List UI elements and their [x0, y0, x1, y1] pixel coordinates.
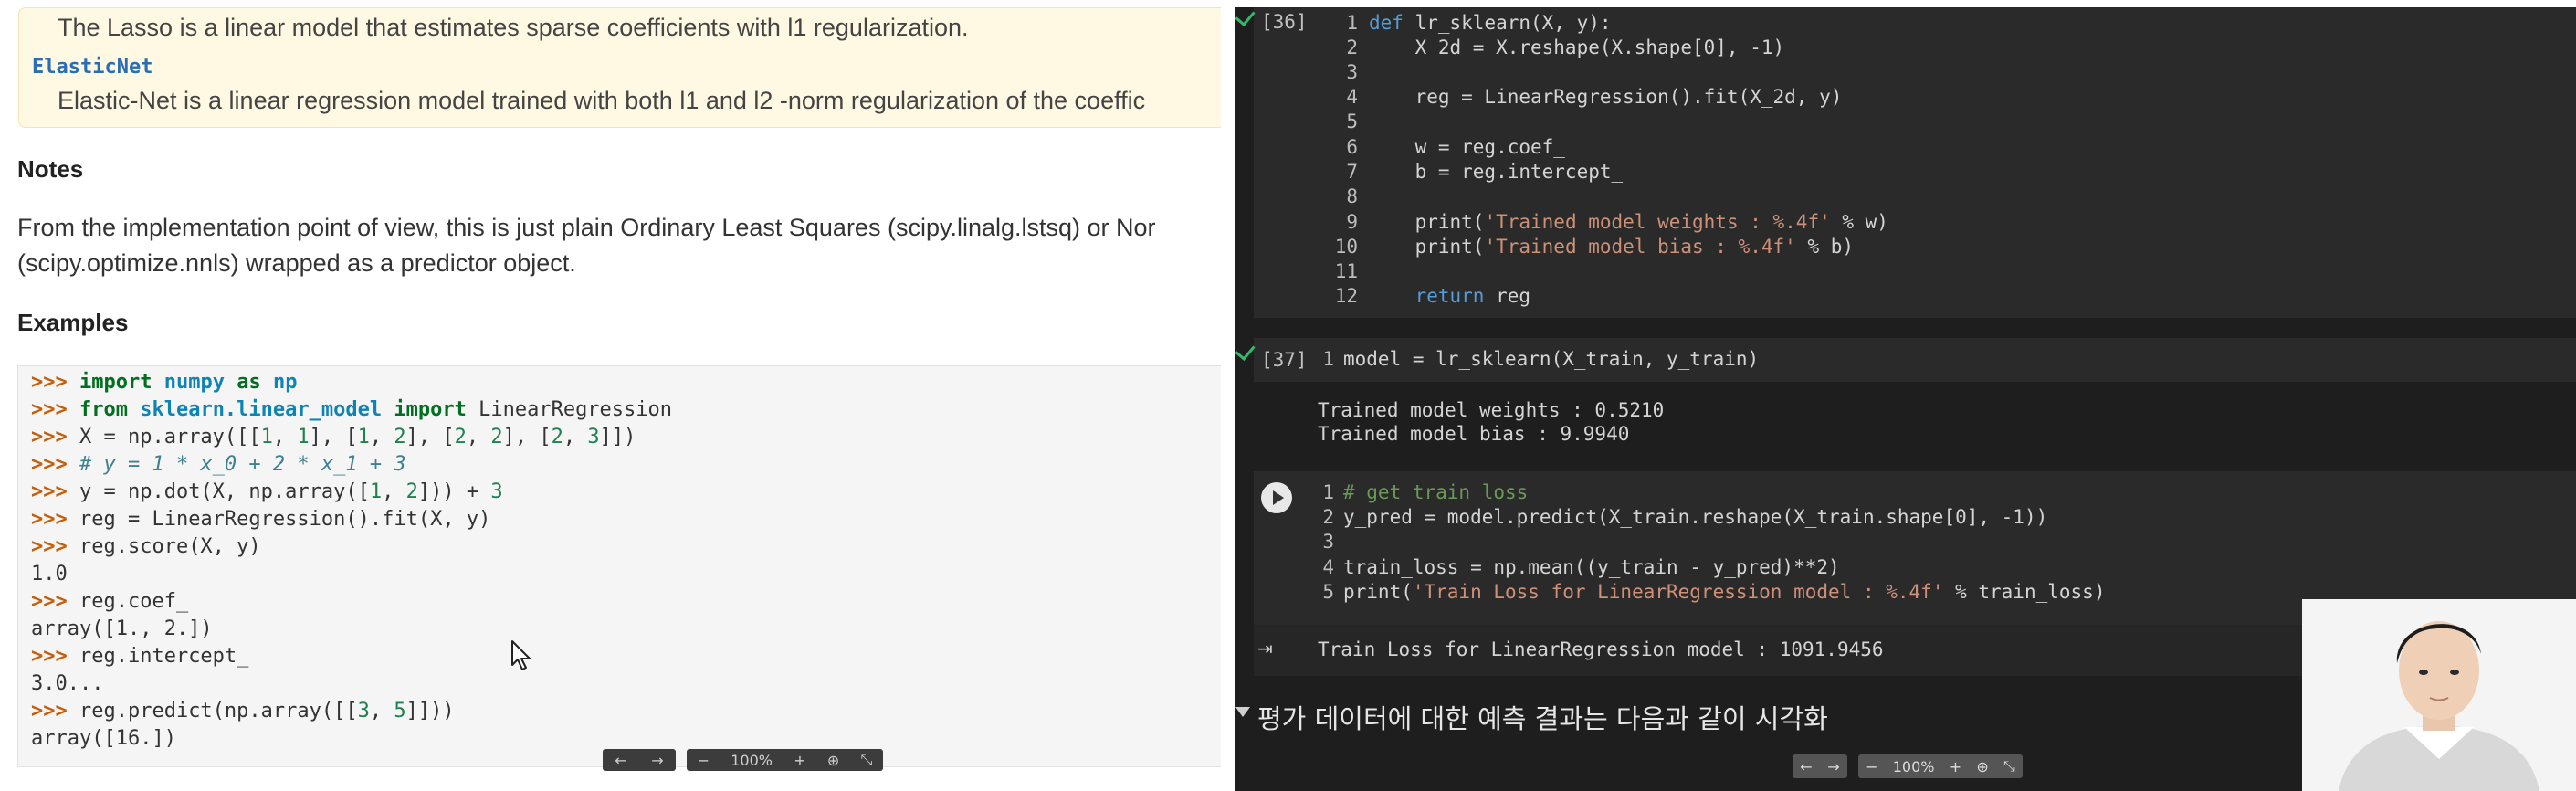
code-example-block: >>> import numpy as np >>> from sklearn.… [17, 365, 1221, 767]
cell-output: Trained model weights : 0.5210 [1318, 399, 1665, 421]
zoom-toolbar: − 100% + ⊕ ⤡ [1858, 754, 2023, 778]
code-line: 12 return reg [1334, 285, 1531, 307]
code-line: 7 b = reg.intercept_ [1346, 161, 1624, 183]
code-line: 8 [1346, 185, 1358, 207]
play-icon [1273, 490, 1284, 505]
code-line: >>> reg.intercept_ [31, 645, 249, 668]
zoom-out-button[interactable]: − [1866, 758, 1877, 775]
documentation-pane: The Lasso is a linear model that estimat… [0, 0, 1221, 791]
chevron-down-icon[interactable] [1235, 707, 1250, 717]
code-line: 1 def lr_sklearn(X, y): [1346, 12, 1612, 34]
mouse-cursor-icon [511, 640, 531, 670]
notes-line-1: From the implementation point of view, t… [17, 214, 1156, 241]
code-line: 2 X_2d = X.reshape(X.shape[0], -1) [1346, 37, 1785, 58]
run-cell-button[interactable] [1261, 482, 1292, 513]
cell-output: Trained model bias : 9.9940 [1318, 423, 1630, 445]
zoom-search-icon[interactable]: ⊕ [827, 752, 839, 769]
code-line: >>> reg = LinearRegression().fit(X, y) [31, 508, 491, 531]
code-line: 5 print('Train Loss for LinearRegression … [1322, 581, 2106, 603]
colab-notebook-pane: [36] 1 def lr_sklearn(X, y): 2 X_2d = X.r… [1235, 7, 2576, 791]
code-line: 3 [1322, 531, 1334, 553]
code-line: >>> reg.predict(np.array([[3, 5]])) [31, 700, 455, 722]
code-line: >>> # y = 1 * x_0 + 2 * x_1 + 3 [31, 453, 406, 476]
elasticnet-link[interactable]: ElasticNet [32, 56, 152, 79]
code-line: 2 y_pred = model.predict(X_train.reshape(… [1322, 506, 2048, 528]
code-line: 3 [1346, 61, 1358, 83]
zoom-search-icon[interactable]: ⊕ [1976, 758, 1988, 775]
zoom-level: 100% [1892, 757, 1935, 775]
examples-heading: Examples [17, 309, 129, 336]
forward-arrow-icon[interactable]: → [651, 752, 663, 769]
executed-check-icon [1235, 340, 1256, 361]
forward-arrow-icon[interactable]: → [1827, 758, 1839, 775]
code-output: 3.0... [31, 672, 104, 695]
code-line: 1 model = lr_sklearn(X_train, y_train) [1322, 348, 1760, 370]
notes-heading: Notes [17, 155, 84, 183]
code-line: >>> reg.coef_ [31, 590, 189, 613]
cell-output: Train Loss for LinearRegression model : … [1318, 638, 1884, 660]
zoom-level: 100% [731, 751, 773, 769]
code-line: 10 print('Trained model bias : %.4f' % b… [1334, 236, 1855, 258]
execution-count: [36] [1261, 11, 1308, 33]
code-line: >>> reg.score(X, y) [31, 535, 261, 558]
notes-line-2: (scipy.optimize.nnls) wrapped as a predi… [17, 249, 576, 277]
executed-check-icon [1235, 7, 1256, 26]
code-line: 9 print('Trained model weights : %.4f' %… [1346, 211, 1888, 233]
code-output: 1.0 [31, 563, 68, 585]
code-line: 4 train_loss = np.mean((y_train - y_pred)… [1322, 556, 1840, 578]
output-clear-icon[interactable]: ⇥ [1257, 639, 1276, 658]
zoom-out-button[interactable]: − [698, 752, 710, 769]
elasticnet-description: Elastic-Net is a linear regression model… [58, 87, 1146, 114]
code-line: >>> from sklearn.linear_model import Lin… [31, 398, 673, 421]
code-line: 4 reg = LinearRegression().fit(X_2d, y) [1346, 86, 1843, 108]
code-line: 1 # get train loss [1322, 481, 1529, 503]
fit-icon[interactable]: ⤡ [861, 751, 873, 769]
nav-toolbar: ← → [1793, 754, 1847, 778]
code-line: 11 [1334, 260, 1358, 282]
code-output: array([16.]) [31, 727, 176, 750]
code-line: >>> X = np.array([[1, 1], [1, 2], [2, 2]… [31, 426, 636, 448]
execution-count: [37] [1261, 349, 1308, 371]
code-line: 5 [1346, 111, 1358, 132]
back-arrow-icon[interactable]: ← [615, 752, 626, 769]
zoom-in-button[interactable]: + [794, 752, 805, 769]
code-line: 6 w = reg.coef_ [1346, 136, 1565, 158]
back-arrow-icon[interactable]: ← [1800, 758, 1812, 775]
zoom-toolbar: − 100% + ⊕ ⤡ [687, 749, 883, 771]
code-line: >>> import numpy as np [31, 371, 298, 394]
webcam-overlay [2302, 599, 2576, 791]
fit-icon[interactable]: ⤡ [2003, 757, 2015, 775]
code-output: array([1., 2.]) [31, 617, 213, 640]
nav-toolbar: ← → [603, 749, 676, 771]
see-also-box: The Lasso is a linear model that estimat… [18, 7, 1221, 128]
presenter-video-icon [2302, 599, 2576, 791]
code-line: >>> y = np.dot(X, np.array([1, 2])) + 3 [31, 480, 503, 503]
zoom-in-button[interactable]: + [1950, 758, 1961, 775]
section-heading: 평가 데이터에 대한 예측 결과는 다음과 같이 시각화 [1257, 703, 1828, 734]
lasso-description: The Lasso is a linear model that estimat… [58, 14, 969, 41]
